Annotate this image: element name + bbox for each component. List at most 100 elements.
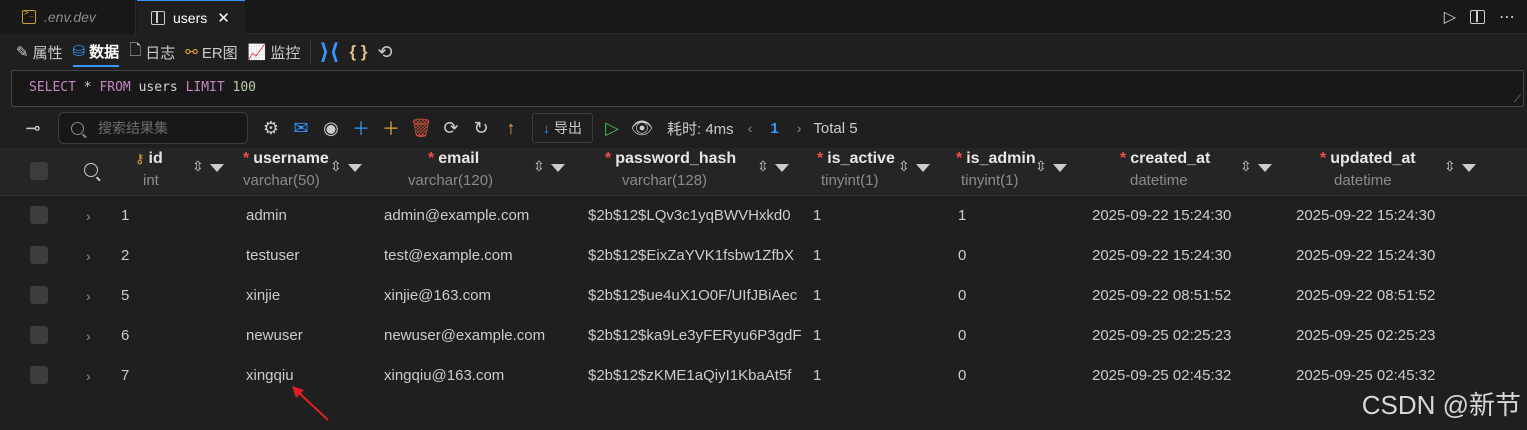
cell-updated-at[interactable]: 2025-09-22 15:24:30 [1296,196,1496,236]
sort-icon[interactable]: ⇳ [757,158,770,174]
split-editor-icon[interactable] [1470,10,1485,24]
table-row[interactable]: › 2 testuser test@example.com $2b$12$EixZaYV… [0,236,1527,276]
chevron-right-icon[interactable]: › [86,196,91,236]
cell-created-at[interactable]: 2025-09-25 02:25:23 [1092,316,1282,356]
row-checkbox[interactable] [30,286,48,304]
sort-icon[interactable]: ⇳ [330,158,343,174]
close-icon[interactable]: ✕ [217,9,230,27]
column-header-is-active[interactable]: * is_active [817,150,895,168]
user-icon[interactable]: ◉ [318,115,344,141]
cell-created-at[interactable]: 2025-09-22 15:24:30 [1092,236,1282,276]
json-braces-icon[interactable]: { } [350,42,368,62]
column-header-is-admin[interactable]: * is_admin [956,150,1036,168]
table-row[interactable]: › 1 admin admin@example.com $2b$12$LQv3c1yqB… [0,196,1527,236]
export-button[interactable]: ↓ 导出 [532,113,593,143]
run-icon[interactable]: ▷ [599,115,625,141]
filter-icon[interactable] [774,164,789,172]
cell-id[interactable]: 7 [121,356,221,396]
tab-monitor[interactable]: 📈 监控 [248,37,301,67]
filter-icon[interactable] [347,164,362,172]
filter-icon[interactable] [1461,164,1476,172]
sql-editor[interactable]: SELECT * FROM users LIMIT 100 ⟋ [11,70,1524,107]
cell-created-at[interactable]: 2025-09-25 02:45:32 [1092,356,1282,396]
column-header-password-hash[interactable]: * password_hash [605,150,736,168]
cell-is-admin[interactable]: 1 [958,196,1078,236]
chevron-right-icon[interactable]: › [86,236,91,276]
row-checkbox[interactable] [30,366,48,384]
cell-password-hash[interactable]: $2b$12$EixZaYVK1fsbw1ZfbX [588,236,806,276]
cell-email[interactable]: admin@example.com [384,196,584,236]
cell-is-active[interactable]: 1 [813,196,933,236]
cell-id[interactable]: 5 [121,276,221,316]
chevron-right-icon[interactable]: › [86,356,91,396]
delete-icon[interactable]: 🗑 [408,115,434,141]
sync-icon[interactable]: ⟳ [438,115,464,141]
cell-is-admin[interactable]: 0 [958,316,1078,356]
cell-updated-at[interactable]: 2025-09-22 08:51:52 [1296,276,1496,316]
cell-id[interactable]: 2 [121,236,221,276]
cell-updated-at[interactable]: 2025-09-22 15:24:30 [1296,236,1496,276]
cell-id[interactable]: 6 [121,316,221,356]
search-input[interactable] [98,120,238,136]
cell-email[interactable]: xingqiu@163.com [384,356,584,396]
table-row[interactable]: › 5 xinjie xinjie@163.com $2b$12$ue4uX1O0F/U… [0,276,1527,316]
add-column-icon[interactable]: ＋ [378,115,404,141]
cell-email[interactable]: newuser@example.com [384,316,584,356]
table-row[interactable]: › 7 xingqiu xingqiu@163.com $2b$12$zKME1aQiy… [0,356,1527,396]
cell-is-admin[interactable]: 0 [958,276,1078,316]
sort-icon[interactable]: ⇳ [1444,158,1457,174]
refresh-icon[interactable]: ↻ [468,115,494,141]
tab-data[interactable]: ⛁ 数据 [72,37,120,67]
gear-icon[interactable]: ⚙ [258,115,284,141]
more-icon[interactable]: ⋯ [1499,7,1515,27]
cell-password-hash[interactable]: $2b$12$zKME1aQiyI1KbaAt5f [588,356,806,396]
next-page-icon[interactable]: › [797,120,802,136]
table-row[interactable]: › 6 newuser newuser@example.com $2b$12$ka9Le… [0,316,1527,356]
sort-icon[interactable]: ⇳ [192,158,205,174]
chevron-right-icon[interactable]: › [86,276,91,316]
cell-username[interactable]: admin [246,196,376,236]
prev-page-icon[interactable]: ‹ [748,120,753,136]
eye-icon[interactable]: 👁 [629,115,655,141]
cell-username[interactable]: testuser [246,236,376,276]
tab-properties[interactable]: ✎ 属性 [16,37,63,67]
cell-is-active[interactable]: 1 [813,236,933,276]
add-row-icon[interactable]: ＋ [348,115,374,141]
mail-icon[interactable]: ✉ [288,115,314,141]
column-header-created-at[interactable]: * created_at [1120,150,1210,168]
cell-username[interactable]: xinjie [246,276,376,316]
row-checkbox[interactable] [30,206,48,224]
filter-icon[interactable] [209,164,224,172]
cell-updated-at[interactable]: 2025-09-25 02:25:23 [1296,316,1496,356]
resize-handle-icon[interactable]: ⟋ [1514,94,1521,105]
tab-users[interactable]: users ✕ [137,0,245,34]
filter-icon[interactable] [550,164,565,172]
filter-icon[interactable] [1257,164,1272,172]
cell-is-admin[interactable]: 0 [958,236,1078,276]
cell-password-hash[interactable]: $2b$12$LQv3c1yqBWVHxkd0 [588,196,806,236]
upload-icon[interactable]: ↑ [498,115,524,141]
tab-er-diagram[interactable]: ⚯ ER图 [185,37,237,67]
cell-created-at[interactable]: 2025-09-22 15:24:30 [1092,196,1282,236]
sort-icon[interactable]: ⇳ [1240,158,1253,174]
cell-is-active[interactable]: 1 [813,316,933,356]
current-page[interactable]: 1 [770,120,778,137]
cell-id[interactable]: 1 [121,196,221,236]
column-header-id[interactable]: ⚷ id [135,150,163,168]
cell-is-active[interactable]: 1 [813,356,933,396]
sort-icon[interactable]: ⇳ [533,158,546,174]
search-box[interactable] [58,112,248,144]
sort-icon[interactable]: ⇳ [1035,158,1048,174]
search-icon[interactable] [84,163,98,177]
history-icon[interactable]: ⟲ [377,42,392,63]
cell-is-active[interactable]: 1 [813,276,933,316]
cell-email[interactable]: xinjie@163.com [384,276,584,316]
column-header-updated-at[interactable]: * updated_at [1320,150,1416,168]
column-header-email[interactable]: * email [428,150,479,168]
sort-icon[interactable]: ⇳ [898,158,911,174]
cell-created-at[interactable]: 2025-09-22 08:51:52 [1092,276,1282,316]
vscode-logo-icon[interactable]: ⟩⟨ [319,39,339,65]
filter-icon[interactable] [915,164,930,172]
row-checkbox[interactable] [30,246,48,264]
cell-is-admin[interactable]: 0 [958,356,1078,396]
